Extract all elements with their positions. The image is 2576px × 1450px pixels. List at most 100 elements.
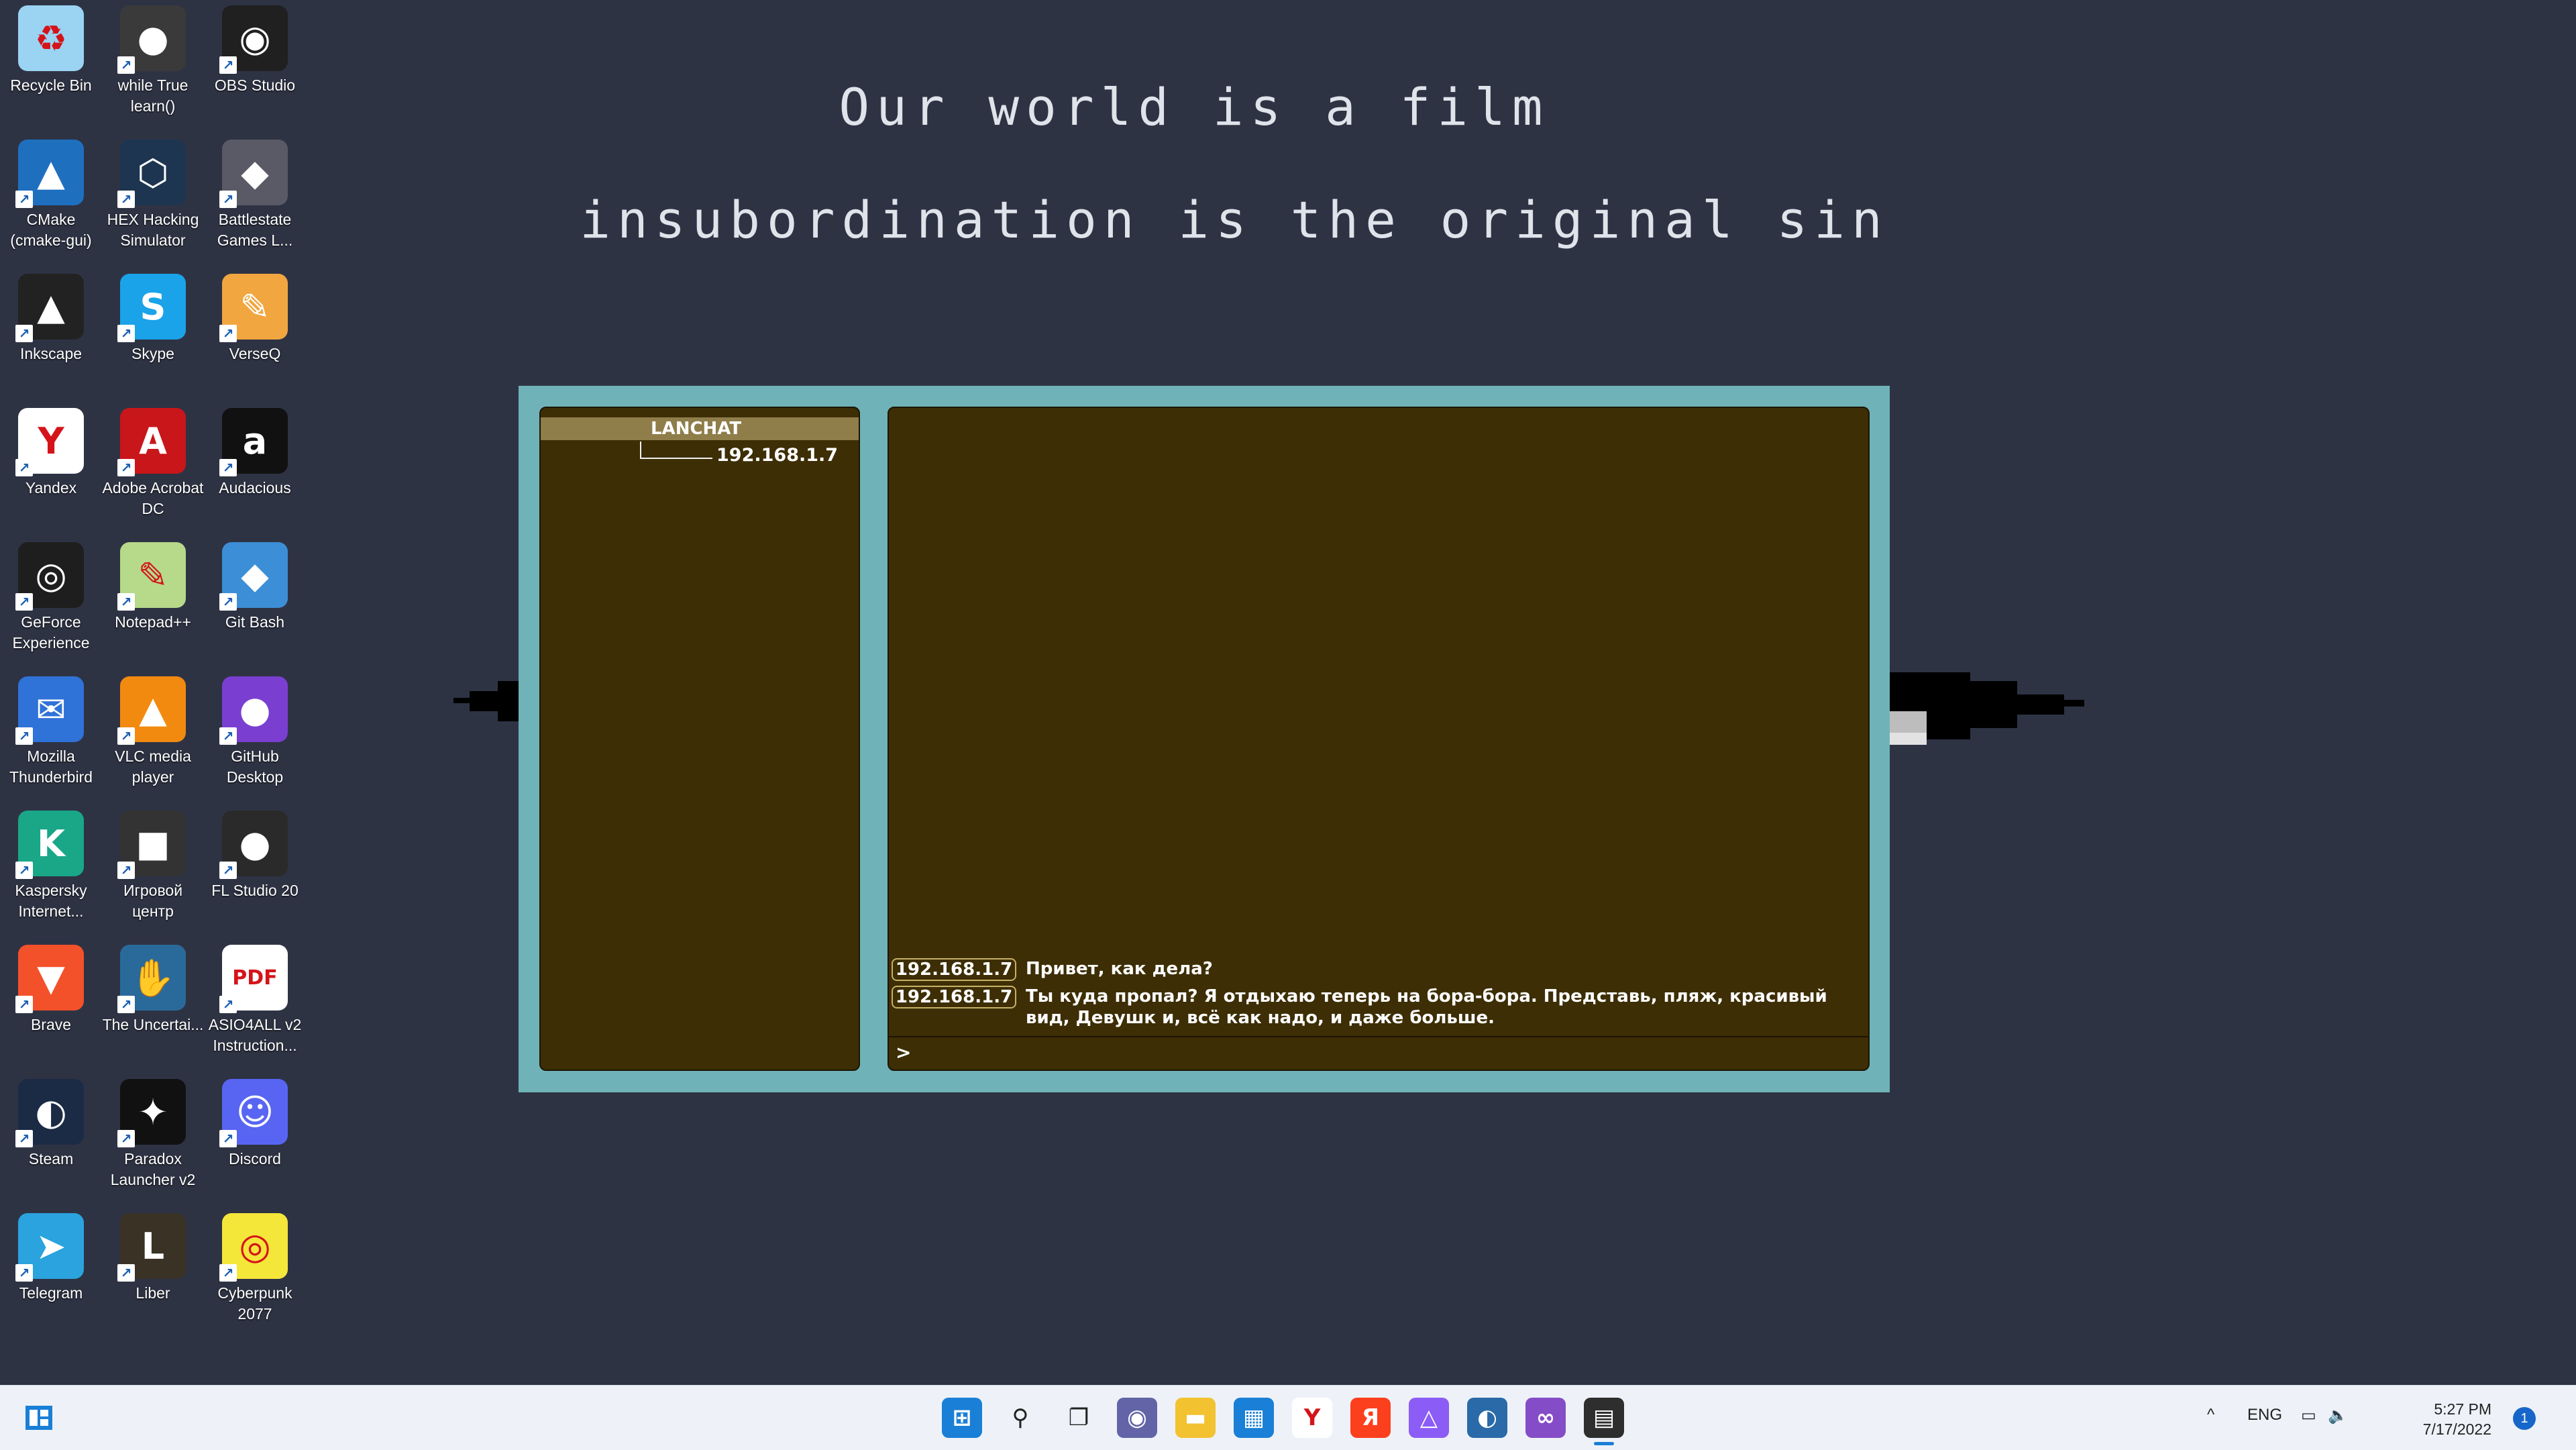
desktop-shortcut[interactable]: ■ ↗ Игровой центр [102, 805, 204, 933]
desktop-shortcut[interactable]: Y ↗ Yandex [0, 403, 102, 530]
desktop-shortcut-label: Yandex [25, 479, 77, 497]
git-bash-icon: ◆ ↗ [219, 542, 288, 611]
skype-icon: S ↗ [117, 274, 186, 342]
shortcut-arrow-icon: ↗ [117, 996, 135, 1013]
clock-date: 7/17/2022 [2422, 1420, 2491, 1438]
language-indicator[interactable]: ENG [2247, 1406, 2282, 1425]
shortcut-arrow-icon: ↗ [117, 727, 135, 745]
shortcut-arrow-icon: ↗ [117, 593, 135, 611]
desktop-shortcut-label: FL Studio 20 [211, 882, 299, 899]
desktop-shortcut[interactable]: ✎ ↗ Notepad++ [102, 537, 204, 664]
lanchat-window: LANCHAT 192.168.1.7 192.168.1.7 Привет, … [519, 386, 1890, 1092]
inkscape-icon: ▲ ↗ [15, 274, 84, 342]
shortcut-arrow-icon: ↗ [15, 325, 33, 342]
yandex-browser-icon[interactable]: Y [1292, 1398, 1332, 1438]
desktop-shortcut[interactable]: S ↗ Skype [102, 268, 204, 396]
wallpaper-line-1: Our world is a film [839, 77, 1550, 137]
desktop-shortcut-label: Git Bash [225, 613, 285, 631]
geforce-icon: ◎ ↗ [15, 542, 84, 611]
system-tray: ^ ENG ▭ 🔈 5:27 PM 7/17/2022 1 [2207, 1386, 2556, 1450]
desktop-shortcut[interactable]: ◐ ↗ Steam [0, 1074, 102, 1201]
desktop-shortcut-label: Игровой центр [123, 882, 183, 920]
desktop-shortcut[interactable]: ● ↗ FL Studio 20 [204, 805, 306, 933]
clock[interactable]: 5:27 PM 7/17/2022 [2423, 1399, 2491, 1439]
desktop-shortcut[interactable]: ☺ ↗ Discord [204, 1074, 306, 1201]
tree-connector [640, 442, 712, 459]
teams-chat-icon[interactable]: ◉ [1117, 1398, 1157, 1438]
desktop-shortcut[interactable]: ▲ ↗ Inkscape [0, 268, 102, 396]
shortcut-arrow-icon: ↗ [219, 996, 237, 1013]
yandex-icon[interactable]: Я [1350, 1398, 1391, 1438]
discord-icon: ☺ ↗ [219, 1079, 288, 1147]
desktop-shortcut[interactable]: ◆ ↗ Git Bash [204, 537, 306, 664]
shortcut-arrow-icon: ↗ [117, 56, 135, 74]
notepad-plus-plus-icon: ✎ ↗ [117, 542, 186, 611]
desktop-shortcut[interactable]: a ↗ Audacious [204, 403, 306, 530]
shortcut-arrow-icon: ↗ [219, 325, 237, 342]
desktop-shortcut-label: Brave [30, 1016, 72, 1033]
desktop-shortcut-label: VerseQ [229, 345, 281, 362]
desktop-shortcut[interactable]: ✋ ↗ The Uncertai... [102, 939, 204, 1067]
file-explorer-icon[interactable]: ▬ [1175, 1398, 1216, 1438]
shortcut-arrow-icon: ↗ [15, 593, 33, 611]
desktop-shortcut[interactable]: ● ↗ GitHub Desktop [204, 671, 306, 798]
shortcut-arrow-icon: ↗ [15, 459, 33, 476]
desktop-shortcut[interactable]: ▼ ↗ Brave [0, 939, 102, 1067]
steam-icon: ◐ ↗ [15, 1079, 84, 1147]
desktop-shortcut[interactable]: K ↗ Kaspersky Internet... [0, 805, 102, 933]
peer-item[interactable]: 192.168.1.7 [716, 445, 838, 466]
task-view-icon[interactable]: ❐ [1059, 1398, 1099, 1438]
notification-badge[interactable]: 1 [2513, 1407, 2536, 1430]
desktop-shortcut-label: Liber [136, 1284, 170, 1302]
obs-studio-icon: ◉ ↗ [219, 5, 288, 74]
desktop-shortcut-label: Inkscape [19, 345, 83, 362]
shortcut-arrow-icon: ↗ [15, 1130, 33, 1147]
lanchat-app-icon[interactable]: ▤ [1584, 1398, 1624, 1438]
desktop-shortcut-label: Skype [131, 345, 174, 362]
shortcut-arrow-icon: ↗ [219, 56, 237, 74]
desktop-shortcut-label: Notepad++ [115, 613, 191, 631]
desktop-shortcut-label: Kaspersky Internet... [15, 882, 87, 920]
desktop-shortcut[interactable]: PDF ↗ ASIO4ALL v2 Instruction... [204, 939, 306, 1067]
desktop-shortcut[interactable]: A ↗ Adobe Acrobat DC [102, 403, 204, 530]
widgets-icon[interactable] [19, 1398, 59, 1438]
message-input[interactable]: > [896, 1041, 911, 1064]
desktop-shortcut[interactable]: ▲ ↗ VLC media player [102, 671, 204, 798]
desktop-shortcut-label: The Uncertai... [102, 1016, 204, 1033]
the-uncertain-icon: ✋ ↗ [117, 945, 186, 1013]
search-icon[interactable]: ⚲ [1000, 1398, 1040, 1438]
desktop-shortcut[interactable]: ◎ ↗ GeForce Experience [0, 537, 102, 664]
desktop-shortcut[interactable]: ✉ ↗ Mozilla Thunderbird [0, 671, 102, 798]
shortcut-arrow-icon: ↗ [117, 325, 135, 342]
show-hidden-icons-chevron[interactable]: ^ [2207, 1406, 2214, 1425]
volume-icon[interactable]: 🔈 [2328, 1406, 2348, 1425]
brave-icon: ▼ ↗ [15, 945, 84, 1013]
chat-panel: 192.168.1.7 Привет, как дела? 192.168.1.… [888, 407, 1870, 1071]
desktop-shortcut[interactable]: ◎ ↗ Cyberpunk 2077 [204, 1208, 306, 1335]
app-title: LANCHAT [651, 419, 742, 439]
desktop-shortcut[interactable]: ✦ ↗ Paradox Launcher v2 [102, 1074, 204, 1201]
visual-studio-icon[interactable]: ∞ [1525, 1398, 1566, 1438]
adobe-acrobat-icon: A ↗ [117, 408, 186, 476]
verseq-icon: ✎ ↗ [219, 274, 288, 342]
liber-icon: L ↗ [117, 1213, 186, 1282]
message-text: Ты куда пропал? Я отдыхаю теперь на бора… [1026, 986, 1827, 1028]
thunderbird-icon: ✉ ↗ [15, 676, 84, 745]
message-text: Привет, как дела? [1026, 959, 1213, 979]
alice-icon[interactable]: △ [1409, 1398, 1449, 1438]
desktop-shortcut[interactable]: ➤ ↗ Telegram [0, 1208, 102, 1335]
shortcut-arrow-icon: ↗ [117, 459, 135, 476]
start-icon[interactable]: ⊞ [942, 1398, 982, 1438]
steam-taskbar-icon[interactable]: ◐ [1467, 1398, 1507, 1438]
desktop-shortcut[interactable]: ✎ ↗ VerseQ [204, 268, 306, 396]
paradox-launcher-icon: ✦ ↗ [117, 1079, 186, 1147]
desktop-shortcut-label: Audacious [219, 479, 291, 497]
network-icon[interactable]: ▭ [2301, 1406, 2316, 1425]
peer-list-panel: LANCHAT 192.168.1.7 [539, 407, 860, 1071]
desktop-shortcut[interactable]: L ↗ Liber [102, 1208, 204, 1335]
while-true-learn-icon: ● ↗ [117, 5, 186, 74]
shortcut-arrow-icon: ↗ [219, 1264, 237, 1282]
desktop-shortcut-label: VLC media player [115, 747, 191, 786]
shortcut-arrow-icon: ↗ [15, 727, 33, 745]
microsoft-store-icon[interactable]: ▦ [1234, 1398, 1274, 1438]
